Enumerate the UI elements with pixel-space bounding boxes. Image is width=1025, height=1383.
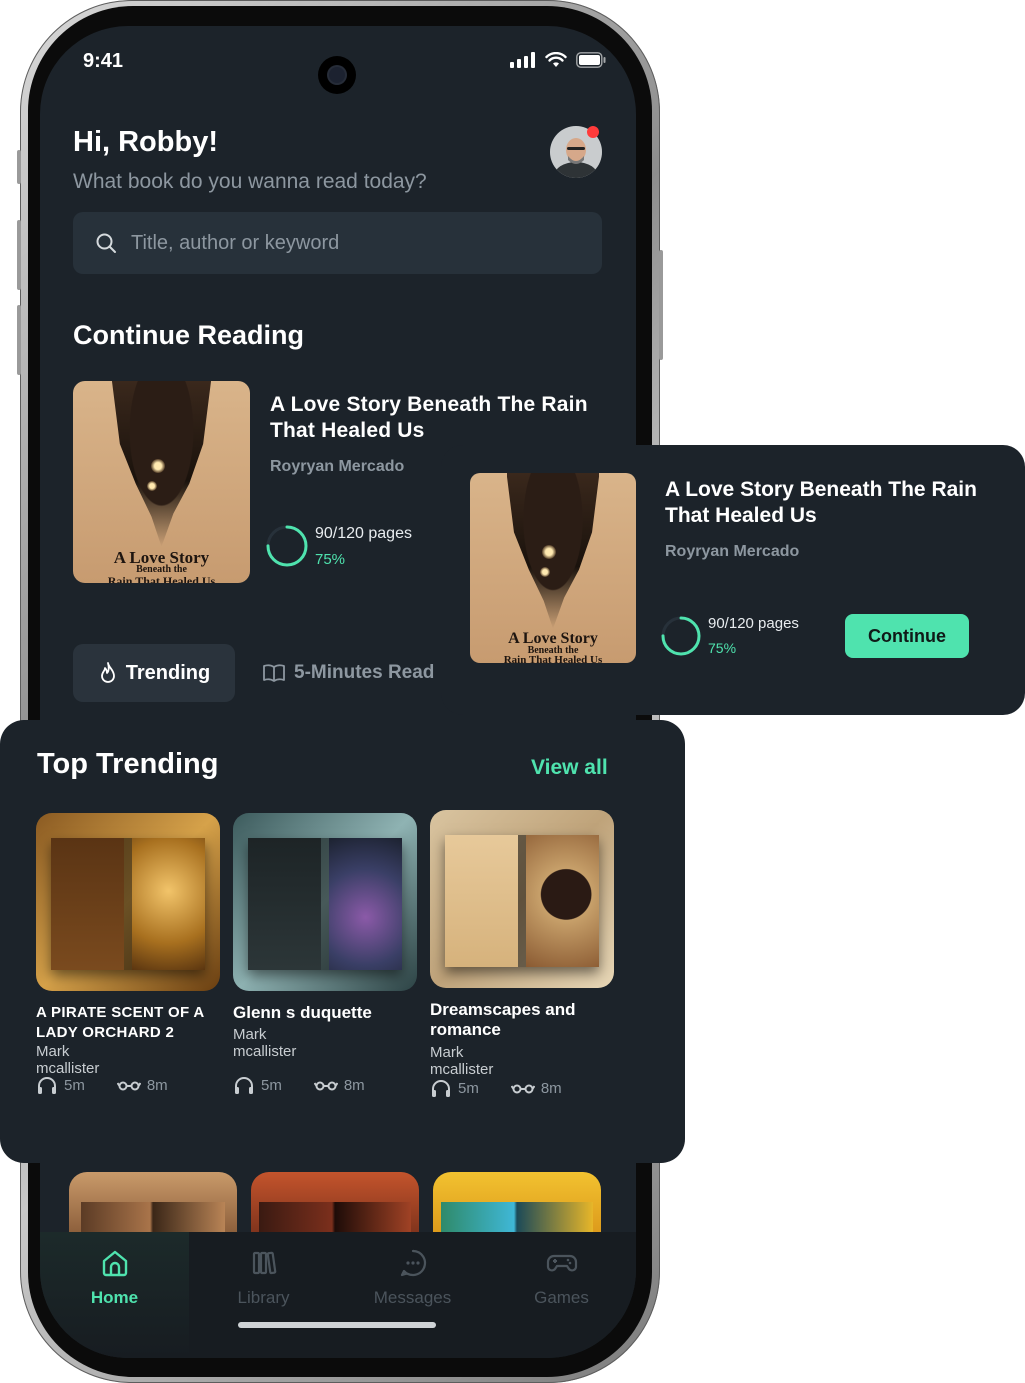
cover-glow (542, 545, 556, 559)
book-open-icon (263, 664, 285, 682)
trending-book-title: Dreamscapes and romance (430, 1000, 576, 1039)
cover-title-line: Rain That Healed Us (503, 654, 603, 664)
trending-book-author: Mark mcallister (233, 1026, 297, 1060)
home-indicator[interactable] (238, 1322, 436, 1328)
cover-glow (151, 459, 165, 473)
card-book-title[interactable]: A Love Story Beneath The Rain That Heale… (665, 477, 1005, 529)
bottom-nav: Home Library Messages Games (40, 1232, 636, 1358)
nav-library-label: Library (237, 1288, 290, 1307)
glasses-icon (116, 1081, 141, 1091)
headphones-icon (432, 1080, 450, 1097)
cover-art (444, 834, 600, 967)
cover-art (50, 837, 206, 970)
library-icon (252, 1251, 276, 1275)
flame-icon (100, 662, 115, 683)
tab-five-minutes-read[interactable]: 5-Minutes Read (262, 662, 434, 684)
nav-messages[interactable]: Messages (338, 1232, 487, 1358)
listen-time: 5m (64, 1076, 85, 1094)
search-icon (96, 233, 116, 253)
trending-book-meta: 5m 8m (36, 1075, 168, 1095)
headphones-icon (38, 1077, 56, 1094)
read-time: 8m (540, 1079, 562, 1097)
listen-time: 5m (261, 1076, 282, 1094)
card-pages-read: 90/120 pages (708, 615, 799, 632)
continue-book-title[interactable]: A Love Story Beneath The Rain That Heale… (270, 392, 590, 444)
trending-book-cover[interactable] (233, 813, 417, 991)
search-input[interactable]: Title, author or keyword (73, 212, 602, 274)
continue-book-cover[interactable]: A Love Story Beneath the Rain That Heale… (73, 381, 250, 583)
nav-messages-label: Messages (373, 1288, 452, 1307)
continue-button[interactable]: Continue (845, 614, 969, 658)
card-book-cover[interactable]: A Love Story Beneath the Rain That Heale… (470, 473, 636, 663)
cover-art (247, 837, 403, 970)
status-time: 9:41 (83, 50, 124, 72)
cover-title-line: Rain That Healed Us (107, 574, 216, 583)
progress-ring (266, 525, 308, 567)
card-progress-percent: 75% (708, 640, 737, 656)
signal-icon (510, 52, 535, 68)
trending-book-cover[interactable] (430, 810, 614, 988)
nav-home-label: Home (90, 1288, 139, 1307)
trending-book-meta: 5m 8m (233, 1075, 365, 1095)
trending-book-meta: 5m 8m (430, 1078, 562, 1098)
continue-reading-card: A Love Story Beneath the Rain That Heale… (441, 445, 1025, 715)
continue-book-author: Royryan Mercado (270, 458, 405, 475)
cover-glow (147, 481, 157, 491)
notification-badge (587, 126, 599, 138)
nav-library[interactable]: Library (189, 1232, 338, 1358)
headphones-icon (235, 1077, 253, 1094)
progress-percent: 75% (315, 551, 346, 568)
view-all-link[interactable]: View all (531, 756, 608, 780)
read-time: 8m (146, 1076, 168, 1094)
mute-switch (17, 150, 21, 184)
continue-reading-title: Continue Reading (73, 320, 304, 350)
trending-book-author: Mark mcallister (36, 1043, 100, 1077)
read-time: 8m (343, 1076, 365, 1094)
front-camera (318, 56, 356, 94)
glasses-icon (313, 1081, 338, 1091)
tab-five-minutes-label: 5-Minutes Read (294, 662, 435, 683)
search-placeholder: Title, author or keyword (131, 231, 340, 254)
tab-trending-label: Trending (125, 661, 211, 684)
cover-glow (540, 567, 550, 577)
power-button (659, 250, 663, 360)
trending-book-title: A PIRATE SCENT OF A LADY ORCHARD 2 (36, 1004, 204, 1041)
nav-home[interactable]: Home (40, 1232, 189, 1358)
listen-time: 5m (458, 1079, 479, 1097)
tab-trending[interactable]: Trending (73, 644, 235, 702)
card-progress-ring (661, 616, 701, 656)
games-icon (546, 1254, 577, 1272)
trending-book-cover[interactable] (36, 813, 220, 991)
volume-up-button (17, 220, 21, 290)
home-icon (102, 1250, 127, 1277)
greeting: Hi, Robby! (73, 126, 218, 158)
nav-games-label: Games (534, 1288, 589, 1307)
greeting-subtitle: What book do you wanna read today? (73, 170, 427, 193)
battery-icon (576, 52, 606, 68)
nav-games[interactable]: Games (487, 1232, 636, 1358)
wifi-icon (545, 52, 567, 67)
status-icons (510, 52, 606, 68)
card-book-author: Royryan Mercado (665, 543, 800, 560)
messages-icon (400, 1249, 426, 1277)
trending-book-title: Glenn s duquette (233, 1003, 372, 1022)
pages-read: 90/120 pages (315, 525, 412, 542)
volume-down-button (17, 305, 21, 375)
trending-book-author: Mark mcallister (430, 1044, 494, 1078)
top-trending-title: Top Trending (37, 748, 219, 780)
glasses-icon (510, 1084, 535, 1094)
top-trending-panel: Top Trending View all A PIRATE SCENT OF … (0, 720, 685, 1163)
